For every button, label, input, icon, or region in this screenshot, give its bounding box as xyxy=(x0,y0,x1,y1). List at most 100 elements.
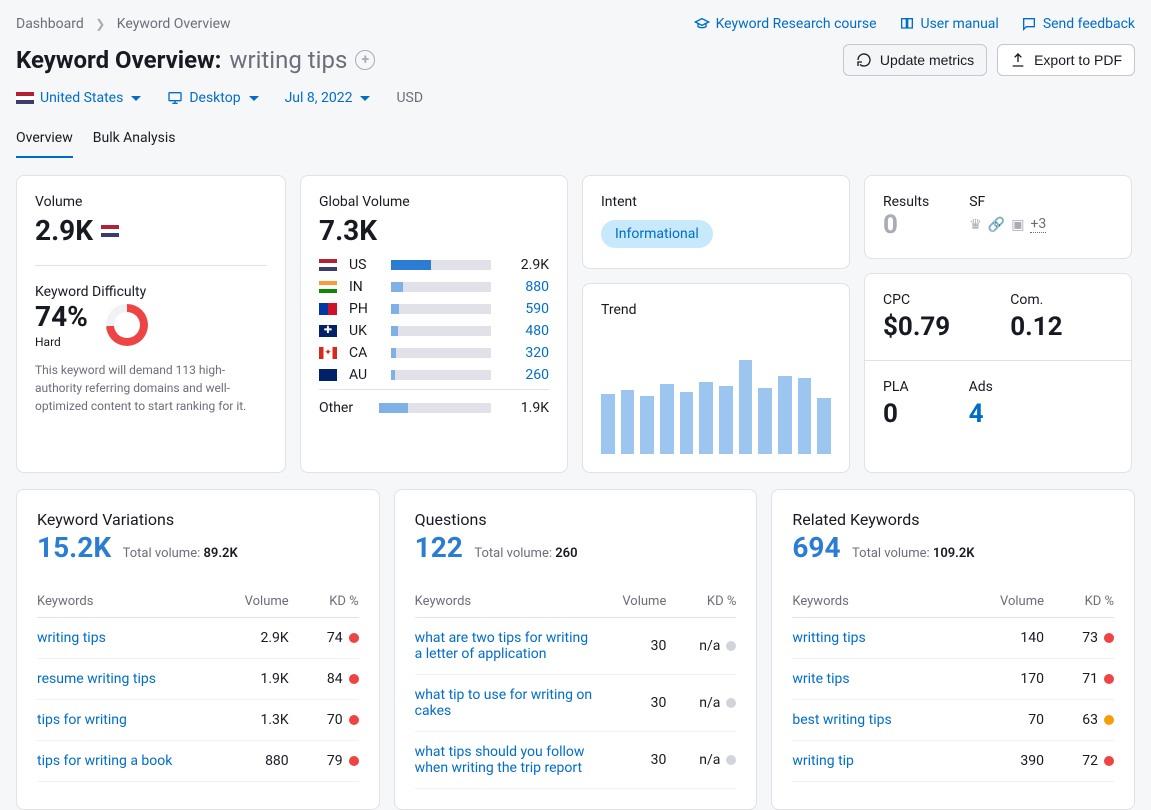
keyword-link[interactable]: write tips xyxy=(792,671,974,687)
col-keywords: Keywords xyxy=(415,594,597,609)
flag-icon xyxy=(319,347,337,359)
chevron-right-icon: ❯ xyxy=(95,17,105,31)
serp-feature-icons[interactable]: ♛ 🔗 ▣ +3 xyxy=(969,216,1046,233)
kd-dot-icon xyxy=(349,756,359,766)
volume-label: Volume xyxy=(35,194,267,210)
date-filter[interactable]: Jul 8, 2022 xyxy=(285,90,371,106)
tab-bulk-analysis[interactable]: Bulk Analysis xyxy=(93,124,176,158)
trend-bar xyxy=(758,388,772,454)
keyword-link[interactable]: resume writing tips xyxy=(37,671,219,687)
ads-label: Ads xyxy=(969,379,993,395)
desktop-icon xyxy=(167,90,183,106)
gv-value: 590 xyxy=(503,301,549,317)
table-row: writing tip 390 72 xyxy=(792,741,1114,782)
kd-cell: n/a xyxy=(666,695,736,711)
device-filter[interactable]: Desktop xyxy=(167,90,258,106)
col-volume: Volume xyxy=(596,594,666,609)
sf-label: SF xyxy=(969,194,1046,210)
questions-count[interactable]: 122 xyxy=(415,531,463,564)
kd-cell: 74 xyxy=(289,630,359,646)
volume-cell: 30 xyxy=(596,695,666,711)
book-icon xyxy=(899,16,915,32)
kd-dot-icon xyxy=(1104,756,1114,766)
global-volume-label: Global Volume xyxy=(319,194,549,210)
global-volume-value: 7.3K xyxy=(319,214,377,247)
gv-country: US xyxy=(349,257,379,273)
volume-cell: 1.3K xyxy=(219,712,289,728)
col-kd: KD % xyxy=(289,594,359,609)
kd-value: 74% xyxy=(35,300,88,333)
gv-row[interactable]: UK 480 xyxy=(319,323,549,339)
trend-bar xyxy=(601,394,615,454)
flag-icon xyxy=(319,303,337,315)
variations-count[interactable]: 15.2K xyxy=(37,531,111,564)
gv-country: PH xyxy=(349,301,379,317)
update-metrics-button[interactable]: Update metrics xyxy=(843,44,987,76)
chevron-down-icon xyxy=(249,96,259,101)
keyword-link[interactable]: tips for writing xyxy=(37,712,219,728)
flag-icon xyxy=(319,259,337,271)
flag-icon xyxy=(319,281,337,293)
related-title: Related Keywords xyxy=(792,510,1114,529)
ads-value[interactable]: 4 xyxy=(969,399,993,429)
table-row: best writing tips 70 63 xyxy=(792,700,1114,741)
table-row: what tip to use for writing on cakes 30 … xyxy=(415,675,737,732)
country-filter[interactable]: United States xyxy=(16,90,141,106)
col-keywords: Keywords xyxy=(37,594,219,609)
kd-cell: 79 xyxy=(289,753,359,769)
link-icon: 🔗 xyxy=(988,217,1005,233)
com-label: Com. xyxy=(1010,292,1062,308)
gv-row[interactable]: IN 880 xyxy=(319,279,549,295)
kd-cell: n/a xyxy=(666,752,736,768)
gv-country: UK xyxy=(349,323,379,339)
chat-icon xyxy=(1021,16,1037,32)
image-icon: ▣ xyxy=(1011,217,1024,233)
gv-row[interactable]: US 2.9K xyxy=(319,257,549,273)
questions-card: Questions 122 Total volume: 260 Keywords… xyxy=(394,489,758,810)
keyword-link[interactable]: writing tip xyxy=(792,753,974,769)
kd-dot-icon xyxy=(726,641,736,651)
breadcrumb-dashboard[interactable]: Dashboard xyxy=(16,16,84,32)
gv-row[interactable]: CA 320 xyxy=(319,345,549,361)
gv-row[interactable]: PH 590 xyxy=(319,301,549,317)
kd-donut-icon xyxy=(106,304,148,346)
add-keyword-button[interactable]: + xyxy=(355,50,375,70)
keyword-link[interactable]: what are two tips for writing a letter o… xyxy=(415,630,597,662)
table-row: what are two tips for writing a letter o… xyxy=(415,618,737,675)
sf-more[interactable]: +3 xyxy=(1030,216,1046,233)
volume-cell: 30 xyxy=(596,638,666,654)
keyword-link[interactable]: writing tips xyxy=(37,630,219,646)
col-keywords: Keywords xyxy=(792,594,974,609)
volume-cell: 170 xyxy=(974,671,1044,687)
volume-cell: 70 xyxy=(974,712,1044,728)
volume-cell: 390 xyxy=(974,753,1044,769)
kd-description: This keyword will demand 113 high-author… xyxy=(35,361,267,415)
send-feedback-link[interactable]: Send feedback xyxy=(1021,16,1135,32)
upload-icon xyxy=(1010,52,1026,68)
table-row: writing tips 2.9K 74 xyxy=(37,618,359,659)
user-manual-link[interactable]: User manual xyxy=(899,16,999,32)
tab-overview[interactable]: Overview xyxy=(16,124,73,158)
keyword-link[interactable]: tips for writing a book xyxy=(37,753,219,769)
page-title: Keyword Overview: xyxy=(16,46,221,74)
gv-value: 480 xyxy=(503,323,549,339)
gv-value: 2.9K xyxy=(503,257,549,273)
related-count[interactable]: 694 xyxy=(792,531,840,564)
gv-row[interactable]: AU 260 xyxy=(319,367,549,383)
keyword-link[interactable]: best writing tips xyxy=(792,712,974,728)
keyword-link[interactable]: what tip to use for writing on cakes xyxy=(415,687,597,719)
gv-country: CA xyxy=(349,345,379,361)
trend-bar xyxy=(719,386,733,454)
keyword-link[interactable]: what tips should you follow when writing… xyxy=(415,744,597,776)
col-kd: KD % xyxy=(666,594,736,609)
export-pdf-button[interactable]: Export to PDF xyxy=(997,44,1135,76)
keyword-link[interactable]: writting tips xyxy=(792,630,974,646)
kd-dot-icon xyxy=(349,674,359,684)
volume-value: 2.9K xyxy=(35,214,93,247)
keyword-research-course-link[interactable]: Keyword Research course xyxy=(694,16,877,32)
kd-cell: 73 xyxy=(1044,630,1114,646)
col-volume: Volume xyxy=(974,594,1044,609)
crown-icon: ♛ xyxy=(969,217,982,233)
gv-value: 320 xyxy=(503,345,549,361)
gv-country: AU xyxy=(349,367,379,383)
